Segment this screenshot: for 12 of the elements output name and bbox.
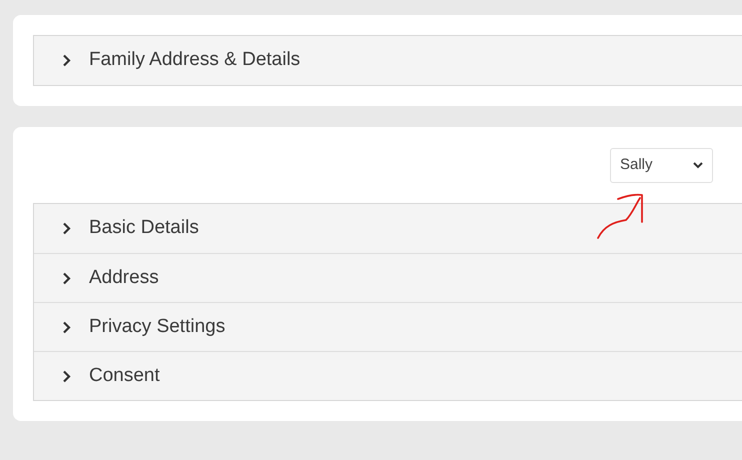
accordion-header[interactable]: Family Address & Details: [34, 36, 742, 85]
chevron-icon: [62, 54, 71, 67]
accordion-header[interactable]: Basic Details: [34, 204, 742, 253]
chevron-icon: [62, 320, 71, 334]
chevron-icon: [62, 272, 71, 284]
accordion-header[interactable]: Address: [34, 253, 742, 302]
accordion-header[interactable]: Privacy Settings: [34, 302, 742, 351]
chevron-icon: [62, 370, 71, 382]
accordion-header[interactable]: Consent: [34, 351, 742, 400]
member-select[interactable]: Sally: [610, 148, 713, 183]
caret-icon: [693, 162, 703, 169]
chevron-icon: [62, 222, 71, 235]
